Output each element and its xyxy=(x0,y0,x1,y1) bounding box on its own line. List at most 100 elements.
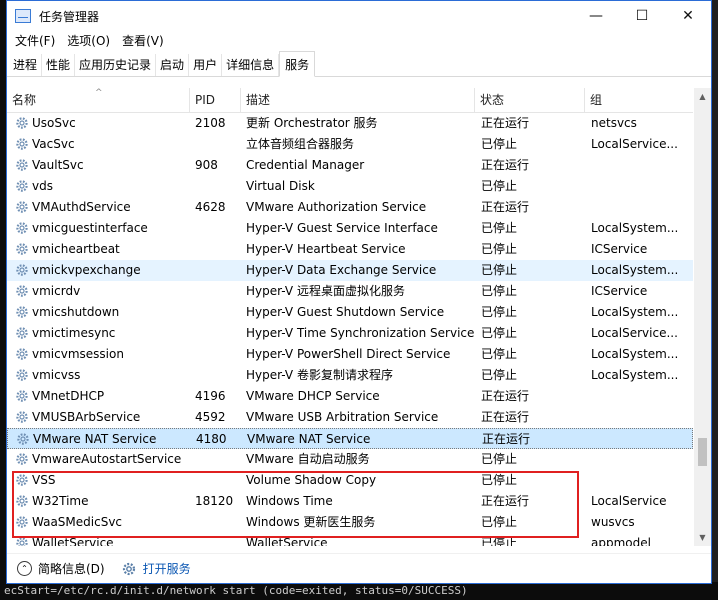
service-status: 已停止 xyxy=(481,305,518,319)
service-gear-icon xyxy=(16,348,28,360)
service-name: VacSvc xyxy=(32,137,75,151)
service-description: VMware NAT Service xyxy=(247,432,371,446)
service-gear-icon xyxy=(16,327,28,339)
service-group: LocalSystem... xyxy=(591,347,679,361)
service-row[interactable]: W32Time 18120 Windows Time 正在运行 LocalService xyxy=(7,491,693,512)
service-status: 已停止 xyxy=(481,137,518,151)
tab-users[interactable]: 用户 xyxy=(189,54,223,76)
close-icon: ✕ xyxy=(682,8,694,24)
service-status: 已停止 xyxy=(481,536,518,546)
service-row[interactable]: VSS Volume Shadow Copy 已停止 xyxy=(7,470,693,491)
service-pid xyxy=(195,302,241,323)
service-row[interactable]: WaaSMedicSvc Windows 更新医生服务 已停止 wusvcs xyxy=(7,512,693,533)
service-status: 已停止 xyxy=(481,221,518,235)
service-row[interactable]: VMUSBArbService 4592 VMware USB Arbitratio… xyxy=(7,407,693,428)
service-gear-icon xyxy=(16,117,28,129)
service-group: netsvcs xyxy=(591,116,637,130)
service-row[interactable]: vmicheartbeat Hyper-V Heartbeat Service 已停… xyxy=(7,239,693,260)
column-name[interactable]: 名称 ^ xyxy=(7,88,190,113)
service-status: 已停止 xyxy=(481,263,518,277)
service-pid xyxy=(195,512,241,533)
open-services-link[interactable]: 打开服务 xyxy=(121,560,191,577)
service-description: Hyper-V Time Synchronization Service xyxy=(246,326,475,340)
column-status[interactable]: 状态 xyxy=(475,88,585,113)
service-row[interactable]: vmicrdv Hyper-V 远程桌面虚拟化服务 已停止 ICService xyxy=(7,281,693,302)
sort-ascending-icon: ^ xyxy=(95,88,103,98)
service-description: 更新 Orchestrator 服务 xyxy=(246,116,378,130)
service-group: ICService xyxy=(591,284,648,298)
service-gear-icon xyxy=(16,453,28,465)
fewer-details-button[interactable]: ⌃ 简略信息(D) xyxy=(17,560,105,577)
service-gear-icon xyxy=(16,159,28,171)
service-row[interactable]: vmictimesync Hyper-V Time Synchronization… xyxy=(7,323,693,344)
scroll-up-icon[interactable]: ▲ xyxy=(694,88,711,105)
tab-processes[interactable]: 进程 xyxy=(9,54,43,76)
service-row[interactable]: WalletService WalletService 已停止 appmodel xyxy=(7,533,693,546)
tab-startup[interactable]: 启动 xyxy=(156,54,190,76)
service-group xyxy=(591,470,691,491)
service-name: vds xyxy=(32,179,53,193)
window-title: 任务管理器 xyxy=(39,9,100,24)
service-group xyxy=(591,449,691,470)
column-pid[interactable]: PID xyxy=(190,88,241,113)
terminal-line: ecStart=/etc/rc.d/init.d/network start (… xyxy=(4,584,468,597)
service-pid: 4592 xyxy=(195,410,226,424)
scroll-thumb[interactable] xyxy=(698,438,707,466)
service-group xyxy=(591,386,691,407)
service-row[interactable]: VacSvc 立体音频组合器服务 已停止 LocalService... xyxy=(7,134,693,155)
service-description: Hyper-V PowerShell Direct Service xyxy=(246,347,451,361)
maximize-button[interactable]: ☐ xyxy=(619,1,665,31)
service-gear-icon xyxy=(16,180,28,192)
column-description[interactable]: 描述 xyxy=(241,88,475,113)
service-row[interactable]: UsoSvc 2108 更新 Orchestrator 服务 正在运行 netsvcs xyxy=(7,113,693,134)
service-description: Windows Time xyxy=(246,494,333,508)
service-description: Virtual Disk xyxy=(246,179,315,193)
service-pid xyxy=(195,449,241,470)
vertical-scrollbar[interactable]: ▲ ▼ xyxy=(694,88,711,546)
service-row[interactable]: VaultSvc 908 Credential Manager 正在运行 xyxy=(7,155,693,176)
service-status: 已停止 xyxy=(481,368,518,382)
maximize-icon: ☐ xyxy=(635,8,649,24)
service-name: VSS xyxy=(32,473,56,487)
service-description: Hyper-V Data Exchange Service xyxy=(246,263,437,277)
tab-details[interactable]: 详细信息 xyxy=(222,54,280,76)
tab-performance[interactable]: 性能 xyxy=(42,54,76,76)
service-row[interactable]: VMware NAT Service 4180 VMware NAT Service… xyxy=(7,428,693,449)
service-group: LocalSystem... xyxy=(591,305,679,319)
open-services-label: 打开服务 xyxy=(142,562,191,576)
close-button[interactable]: ✕ xyxy=(665,1,711,31)
column-group[interactable]: 组 xyxy=(585,88,693,113)
tab-app-history[interactable]: 应用历史记录 xyxy=(75,54,157,76)
service-row[interactable]: vds Virtual Disk 已停止 xyxy=(7,176,693,197)
service-row[interactable]: VmwareAutostartService VMware 自动启动服务 已停止 xyxy=(7,449,693,470)
service-pid: 908 xyxy=(195,158,218,172)
menu-view[interactable]: 查看(V) xyxy=(116,31,170,51)
service-pid xyxy=(195,323,241,344)
minimize-button[interactable]: — xyxy=(573,1,619,31)
service-row[interactable]: VMnetDHCP 4196 VMware DHCP Service 正在运行 xyxy=(7,386,693,407)
service-status: 正在运行 xyxy=(481,410,530,424)
scroll-down-icon[interactable]: ▼ xyxy=(694,529,711,546)
menu-options[interactable]: 选项(O) xyxy=(61,31,116,51)
service-status: 已停止 xyxy=(481,326,518,340)
service-status: 正在运行 xyxy=(481,116,530,130)
service-row[interactable]: vmicguestinterface Hyper-V Guest Service … xyxy=(7,218,693,239)
service-row[interactable]: vmicvmsession Hyper-V PowerShell Direct S… xyxy=(7,344,693,365)
service-status: 正在运行 xyxy=(481,200,530,214)
service-pid: 4628 xyxy=(195,200,226,214)
service-pid xyxy=(195,533,241,546)
tab-services[interactable]: 服务 xyxy=(279,51,316,77)
service-row[interactable]: vmicvss Hyper-V 卷影复制请求程序 已停止 LocalSystem... xyxy=(7,365,693,386)
column-description-label: 描述 xyxy=(246,93,271,107)
service-pid: 2108 xyxy=(195,116,226,130)
service-description: VMware 自动启动服务 xyxy=(246,452,370,466)
service-group xyxy=(591,176,691,197)
service-group xyxy=(591,407,691,428)
services-list: 名称 ^ PID 描述 状态 组 UsoSvc 2108 更新 Orchestrat… xyxy=(7,88,711,546)
service-row[interactable]: vmicshutdown Hyper-V Guest Shutdown Servi… xyxy=(7,302,693,323)
service-row[interactable]: vmickvpexchange Hyper-V Data Exchange Ser… xyxy=(7,260,693,281)
menu-file[interactable]: 文件(F) xyxy=(9,31,61,51)
title-bar[interactable]: 任务管理器 — ☐ ✕ xyxy=(7,1,711,31)
service-pid xyxy=(195,344,241,365)
service-row[interactable]: VMAuthdService 4628 VMware Authorization S… xyxy=(7,197,693,218)
